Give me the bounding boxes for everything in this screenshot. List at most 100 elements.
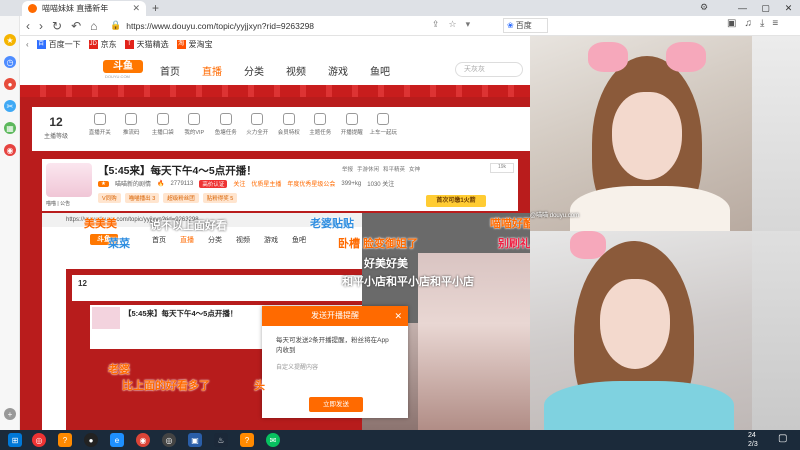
douyu-app-icon[interactable]: ? bbox=[58, 433, 72, 447]
bookmarks-bar: ‹ 百百度一下 JD 京东 T 天猫精选 淘爱淘宝 bbox=[20, 36, 530, 53]
tool-item[interactable]: 会员特权 bbox=[273, 113, 305, 136]
anchor-level[interactable]: 12 主播等级 bbox=[40, 115, 72, 140]
start-icon[interactable]: ⊞ bbox=[8, 433, 22, 447]
back-icon[interactable]: ‹ bbox=[26, 19, 30, 33]
popup-subtext[interactable]: 自定义提醒内容 bbox=[262, 356, 408, 371]
favorites-icon[interactable]: ★ bbox=[4, 34, 16, 46]
rocket-badge[interactable]: 首次可缴1火箭 bbox=[426, 195, 486, 207]
tab-extras: ⚙ bbox=[700, 2, 708, 13]
bookmark-item[interactable]: 淘爱淘宝 bbox=[176, 39, 213, 50]
recorder-icon[interactable]: ◎ bbox=[162, 433, 176, 447]
nav-fishbar[interactable]: 鱼吧 bbox=[370, 63, 390, 78]
popup-close-icon[interactable]: ✕ bbox=[394, 306, 402, 326]
tools-icon[interactable]: ✂ bbox=[4, 100, 16, 112]
festive-banner bbox=[20, 85, 530, 97]
nav-home[interactable]: 首页 bbox=[160, 63, 180, 78]
wechat-icon[interactable]: ✉ bbox=[266, 433, 280, 447]
history-icon[interactable]: ◷ bbox=[4, 56, 16, 68]
tool-item[interactable]: 上车一起玩 bbox=[368, 113, 400, 136]
douyu-app-icon[interactable]: ? bbox=[240, 433, 254, 447]
vshop-button[interactable]: V同购 bbox=[98, 193, 121, 203]
nav-live[interactable]: 直播 bbox=[202, 63, 222, 78]
lock-icon: 🔒 bbox=[110, 20, 122, 30]
tab-close-icon[interactable]: ✕ bbox=[132, 3, 140, 14]
extension-icon[interactable]: ▣ bbox=[727, 18, 736, 29]
nav-category[interactable]: 分类 bbox=[244, 63, 264, 78]
new-tab-button[interactable]: + bbox=[152, 1, 159, 15]
tool-item[interactable]: 主题任务 bbox=[305, 113, 337, 136]
tool-item[interactable]: 开播提醒 bbox=[336, 113, 368, 136]
steam-icon[interactable]: ♨ bbox=[214, 433, 228, 447]
bookmark-star-icon[interactable]: ☆ bbox=[449, 19, 457, 30]
bookmark-item[interactable]: 百百度一下 bbox=[36, 39, 81, 50]
bookmark-item[interactable]: JD 京东 bbox=[88, 39, 117, 50]
tool-label: 直播开关 bbox=[88, 130, 111, 136]
tag[interactable]: 手游休闲 bbox=[357, 165, 379, 173]
popup-body: 每天可发送2条开播提醒，粉丝将在App内收到 bbox=[276, 337, 389, 354]
danmu-comment: 头 bbox=[254, 380, 265, 392]
bookmark-icon: 百 bbox=[36, 40, 46, 49]
chrome-icon[interactable]: ◉ bbox=[136, 433, 150, 447]
minimize-icon[interactable]: — bbox=[731, 0, 754, 16]
app-icon[interactable]: ● bbox=[4, 78, 16, 90]
quality-badge: 优质星主播 bbox=[251, 182, 282, 188]
home-icon[interactable]: ⌂ bbox=[90, 19, 97, 33]
maximize-icon[interactable]: ▢ bbox=[754, 0, 777, 16]
danmu-comment: 美美美 bbox=[84, 218, 117, 230]
tool-item[interactable]: 主播口袋 bbox=[147, 113, 179, 136]
close-icon[interactable]: ✕ bbox=[777, 0, 800, 16]
browser-tab[interactable]: 喵喵妹妹 直播新年 ✕ bbox=[22, 1, 146, 16]
undo-icon[interactable]: ↶ bbox=[71, 19, 81, 33]
menu-icon[interactable]: ≡ bbox=[772, 18, 778, 29]
tool-item[interactable]: 鱼塘任务 bbox=[210, 113, 242, 136]
face-shape bbox=[600, 279, 670, 369]
add-sidebar-icon[interactable]: + bbox=[4, 408, 16, 420]
refresh-icon[interactable]: ↻ bbox=[52, 19, 62, 33]
weibo-icon[interactable]: ◉ bbox=[4, 144, 16, 156]
anchor-name[interactable]: 喵喵新的剧情 bbox=[115, 179, 151, 188]
bookmark-item[interactable]: T 天猫精选 bbox=[124, 39, 169, 50]
apps-grid-icon[interactable]: ▦ bbox=[4, 122, 16, 134]
pocket-icon bbox=[156, 113, 169, 125]
douyu-logo[interactable]: 斗鱼 DOUYU.COM bbox=[103, 60, 143, 80]
nested-nav-item: 分类 bbox=[208, 237, 222, 244]
broadcast-button[interactable]: 喵喵播出 3 bbox=[124, 193, 160, 203]
dropdown-icon[interactable]: ▾ bbox=[466, 19, 471, 30]
tool-item[interactable]: 直播开关 bbox=[84, 113, 116, 136]
level-label: 主播等级 bbox=[43, 134, 68, 140]
obs-icon[interactable]: ● bbox=[84, 433, 98, 447]
report-link[interactable]: 举报 bbox=[342, 165, 353, 173]
douyu-page: 斗鱼 DOUYU.COM 首页 直播 分类 视频 游戏 鱼吧 天灰灰 12 主播… bbox=[20, 53, 530, 430]
forward-icon[interactable]: › bbox=[39, 19, 43, 33]
notification-icon[interactable]: ▢ bbox=[778, 433, 787, 444]
tag[interactable]: 和平精英 bbox=[383, 165, 405, 173]
edge-icon[interactable]: e bbox=[110, 433, 124, 447]
tool-item[interactable]: 火力全开 bbox=[242, 113, 274, 136]
fanclub-button[interactable]: 超级粉丝团 bbox=[163, 193, 199, 203]
settings-icon[interactable]: ⚙ bbox=[700, 2, 708, 13]
app-icon[interactable]: ◎ bbox=[32, 433, 46, 447]
nav-video[interactable]: 视频 bbox=[286, 63, 306, 78]
share-icon[interactable]: ⇪ bbox=[432, 19, 440, 30]
fans-weight: 399+kg bbox=[341, 180, 362, 187]
nested-nav-item: 视频 bbox=[236, 237, 250, 244]
tool-item[interactable]: 我的VIP bbox=[179, 113, 211, 136]
search-engine-box[interactable]: ❀ 百度 bbox=[503, 18, 548, 33]
music-icon[interactable]: ♫ bbox=[744, 18, 752, 29]
system-clock[interactable]: 24 2/3 bbox=[748, 431, 758, 449]
anchor-avatar[interactable] bbox=[46, 163, 92, 197]
send-now-button[interactable]: 立即发送 bbox=[309, 397, 363, 412]
tool-item[interactable]: 推流码 bbox=[116, 113, 148, 136]
collapse-icon[interactable]: ‹ bbox=[26, 40, 29, 49]
app2-icon[interactable]: ▣ bbox=[188, 433, 202, 447]
fan-reward-button[interactable]: 贴粉得奖 5 bbox=[202, 193, 238, 203]
tag[interactable]: 女神 bbox=[409, 165, 420, 173]
car-icon bbox=[377, 113, 390, 125]
nested-toolbar: 12 bbox=[72, 275, 362, 301]
download-icon[interactable]: ⤓ bbox=[760, 18, 764, 29]
follow-button[interactable]: 关注 bbox=[233, 179, 245, 188]
url-text: https://www.douyu.com/topic/yyjjxyn?rid=… bbox=[126, 20, 315, 31]
site-search-input[interactable]: 天灰灰 bbox=[455, 62, 523, 77]
video-player[interactable]: https://www.douyu.com/topic/yyjjxyn?rid=… bbox=[42, 213, 530, 430]
nav-game[interactable]: 游戏 bbox=[328, 63, 348, 78]
